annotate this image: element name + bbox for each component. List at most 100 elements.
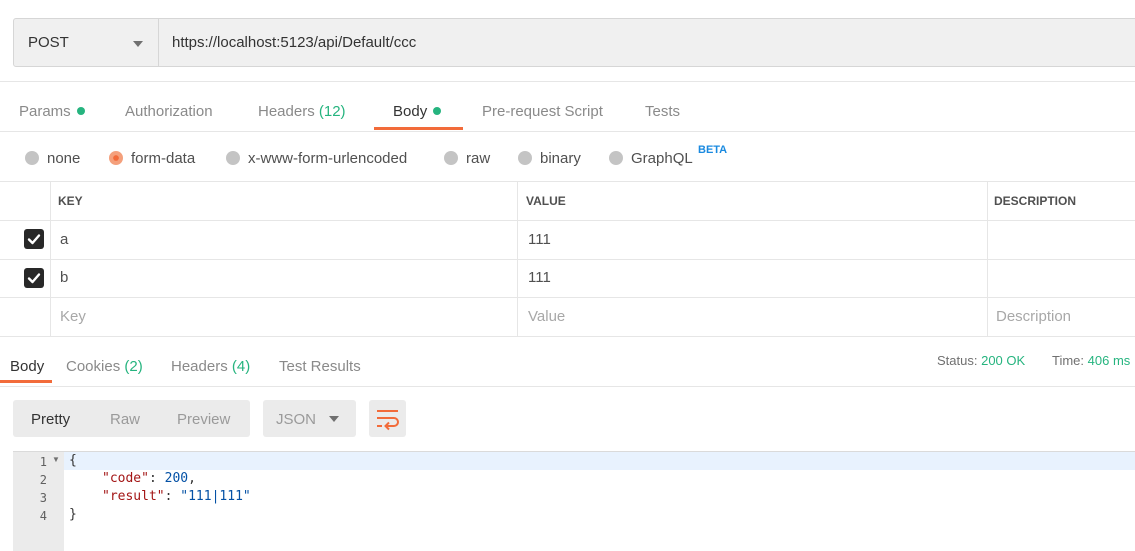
view-mode-preview[interactable]: Preview: [177, 411, 230, 428]
tab-label: Headers: [258, 103, 315, 120]
column-header-value: VALUE: [526, 194, 566, 208]
tab-label: Body: [10, 358, 45, 375]
tab-label: Pre-request Script: [482, 103, 603, 120]
json-key: "result": [102, 489, 165, 504]
check-icon: [27, 273, 41, 284]
divider: [0, 386, 1135, 387]
response-tab-body[interactable]: Body: [10, 358, 44, 375]
tab-label: Cookies: [66, 358, 121, 375]
tab-label: Authorization: [125, 103, 213, 120]
wrap-lines-button[interactable]: [369, 400, 406, 437]
active-tab-underline: [374, 127, 463, 130]
column-divider: [517, 181, 518, 337]
radio-binary[interactable]: [518, 151, 532, 165]
table-border: [0, 336, 1135, 337]
format-label: JSON: [276, 411, 317, 428]
row-key[interactable]: b: [60, 269, 68, 286]
table-border: [0, 297, 1135, 298]
code-line: "code": 200,: [102, 471, 196, 486]
response-tab-cookies[interactable]: Cookies (2): [66, 358, 143, 375]
active-tab-underline: [0, 380, 52, 383]
line-number: 2: [39, 473, 47, 487]
response-tab-headers[interactable]: Headers (4): [171, 358, 250, 375]
divider: [0, 81, 1135, 82]
table-border: [0, 259, 1135, 260]
method-label: POST: [28, 34, 69, 51]
json-brace: }: [69, 507, 77, 522]
tab-label: Body: [393, 103, 428, 120]
row-value[interactable]: 111: [528, 269, 551, 286]
line-number: 3: [39, 491, 47, 505]
chevron-down-icon: [133, 41, 143, 47]
table-border: [0, 181, 1135, 182]
line-number: 1: [39, 455, 47, 469]
tab-count: (12): [318, 103, 346, 120]
json-string: "111|111": [180, 489, 251, 504]
column-divider: [987, 181, 988, 337]
active-dot-icon: [76, 107, 85, 116]
radio-label: form-data: [131, 150, 196, 167]
row-checkbox[interactable]: [24, 268, 44, 288]
chevron-down-icon: [329, 416, 339, 422]
radio-label: GraphQL: [631, 150, 693, 167]
json-number: 200: [164, 471, 189, 486]
description-input[interactable]: Description: [996, 308, 1071, 325]
json-key: "code": [102, 471, 149, 486]
radio-none[interactable]: [25, 151, 39, 165]
key-input[interactable]: Key: [60, 308, 86, 325]
code-line: }: [69, 507, 77, 522]
radio-x-www-form-urlencoded[interactable]: [226, 151, 240, 165]
tab-count: (4): [231, 358, 251, 375]
time-value: 406 ms: [1087, 353, 1131, 368]
view-mode-group: Pretty Raw Preview: [13, 400, 250, 437]
code-line: {: [69, 453, 77, 468]
tab-label: Tests: [645, 103, 681, 120]
format-select[interactable]: JSON: [263, 400, 356, 437]
tab-pre-request-script[interactable]: Pre-request Script: [482, 103, 603, 120]
tab-label: Params: [19, 103, 71, 120]
request-bar: POST https://localhost:5123/api/Default/…: [13, 18, 1135, 67]
radio-label: binary: [540, 150, 581, 167]
radio-raw[interactable]: [444, 151, 458, 165]
status-label: Status:: [937, 353, 978, 368]
time-indicator: Time: 406 ms: [1052, 353, 1130, 368]
row-value[interactable]: 111: [528, 231, 551, 248]
view-mode-raw[interactable]: Raw: [110, 411, 140, 428]
column-header-description: DESCRIPTION: [994, 194, 1077, 208]
table-border: [0, 220, 1135, 221]
time-label: Time:: [1052, 353, 1085, 368]
tab-count: (2): [124, 358, 143, 375]
tab-body[interactable]: Body: [393, 103, 442, 120]
line-number: 4: [39, 509, 47, 523]
method-select[interactable]: POST: [14, 19, 159, 66]
check-icon: [27, 234, 41, 245]
tab-tests[interactable]: Tests: [645, 103, 680, 120]
tab-label: Headers: [171, 358, 228, 375]
active-line-highlight: [64, 451, 1135, 470]
status-indicator: Status: 200 OK: [937, 353, 1025, 368]
url-input[interactable]: https://localhost:5123/api/Default/ccc: [172, 34, 416, 51]
beta-badge: BETA: [698, 144, 728, 156]
tab-authorization[interactable]: Authorization: [125, 103, 213, 120]
wrap-lines-icon: [377, 410, 399, 431]
radio-graphql[interactable]: [609, 151, 623, 165]
tab-label: Test Results: [279, 358, 361, 375]
tab-headers[interactable]: Headers (12): [258, 103, 346, 120]
radio-label: x-www-form-urlencoded: [248, 150, 408, 167]
response-tab-test-results[interactable]: Test Results: [279, 358, 361, 375]
code-line: "result": "111|111": [102, 489, 251, 504]
radio-label: none: [47, 150, 81, 167]
row-checkbox[interactable]: [24, 229, 44, 249]
view-mode-pretty[interactable]: Pretty: [31, 411, 70, 428]
tab-params[interactable]: Params: [19, 103, 85, 120]
radio-label: raw: [466, 150, 491, 167]
divider: [0, 131, 1135, 132]
json-brace: {: [69, 453, 77, 468]
editor-border: [13, 451, 1135, 452]
column-divider: [50, 181, 51, 337]
value-input[interactable]: Value: [528, 308, 565, 325]
row-key[interactable]: a: [60, 231, 68, 248]
radio-form-data[interactable]: [109, 151, 123, 165]
fold-arrow-icon[interactable]: ▼: [52, 455, 60, 464]
column-header-key: KEY: [58, 194, 83, 208]
